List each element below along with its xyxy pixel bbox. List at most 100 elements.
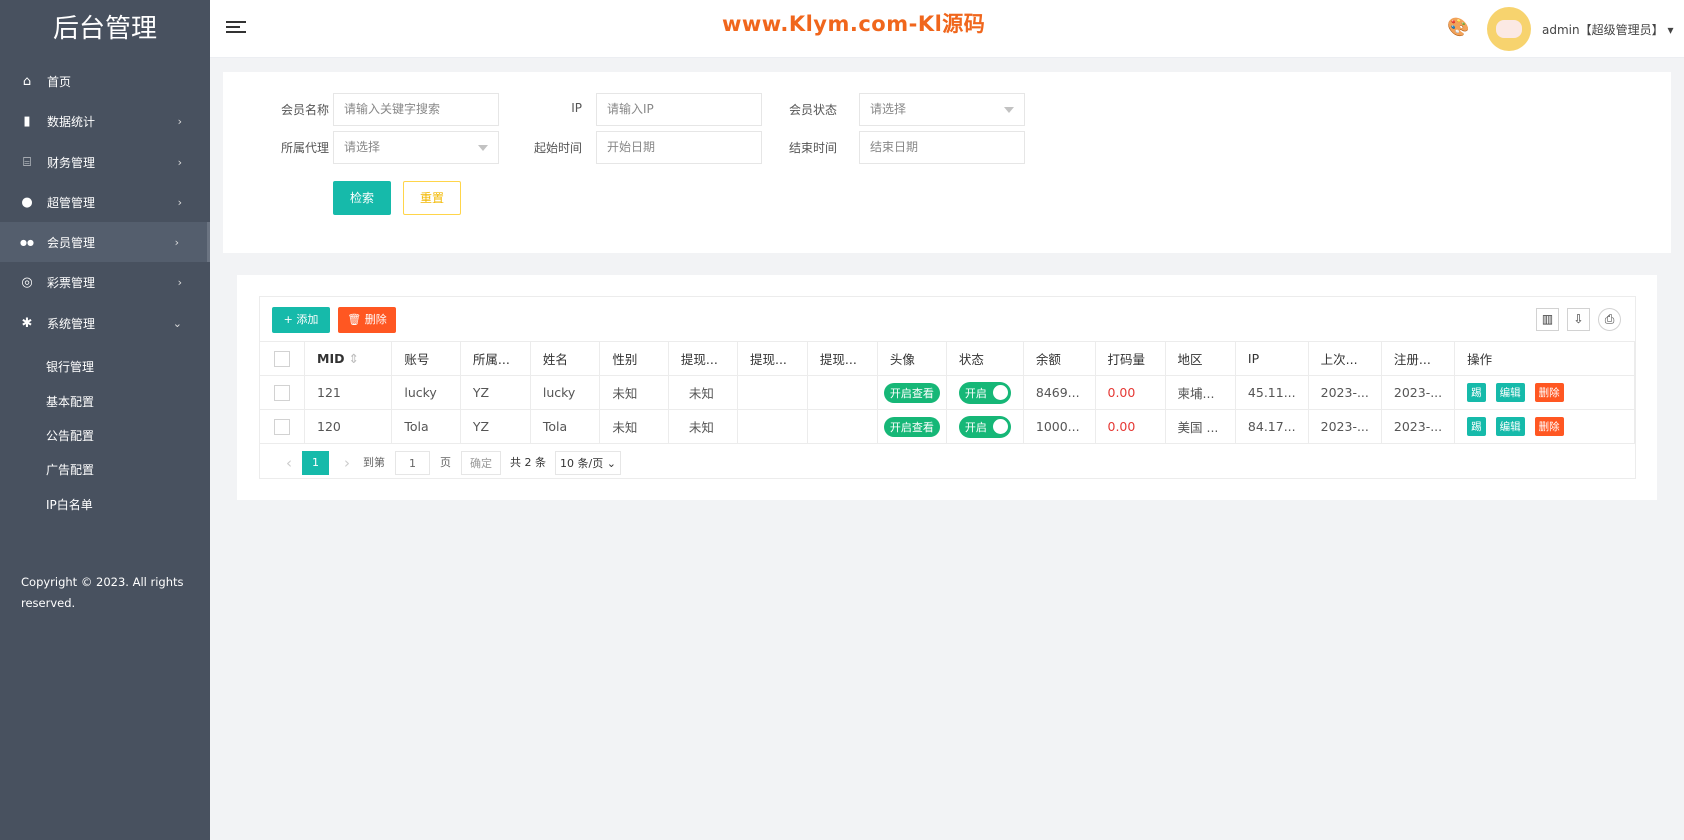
col-mid[interactable]: MID ⇕ <box>304 341 393 376</box>
goto-confirm-button[interactable]: 确定 <box>461 451 501 475</box>
row-checkbox[interactable] <box>260 409 305 444</box>
sidebar-item-system[interactable]: ✱ 系统管理 ⌄ <box>0 303 210 343</box>
pagination: ‹ 1 › 到第 1 页 确定 共 2 条 10 条/页 ⌄ <box>276 451 621 475</box>
chevron-right-icon: › <box>177 275 182 289</box>
col-region: 地区 <box>1165 341 1236 376</box>
menu-toggle-icon[interactable] <box>226 18 246 36</box>
cell-region: 柬埔... <box>1165 375 1236 410</box>
sidebar-item-stats[interactable]: ▮ 数据统计 › <box>0 101 210 141</box>
page-size-select[interactable]: 10 条/页 ⌄ <box>555 451 621 475</box>
print-icon[interactable]: ⎙ <box>1598 308 1621 331</box>
sidebar-item-admins[interactable]: ● 超管管理 › <box>0 182 210 222</box>
col-bet: 打码量 <box>1095 341 1166 376</box>
search-button[interactable]: 检索 <box>333 181 391 215</box>
members-table: MID ⇕ 账号 所属... 姓名 性别 提现... 提现... 提现... 头… <box>260 341 1635 444</box>
next-page-button[interactable]: › <box>337 451 357 475</box>
view-avatar-button[interactable]: 开启查看 <box>883 416 940 437</box>
member-name-input[interactable]: 请输入关键字搜索 <box>333 93 499 126</box>
sidebar-item-finance[interactable]: ⌸ 财务管理 › <box>0 142 210 182</box>
sidebar-sub-notice-config[interactable]: 公告配置 <box>46 427 94 444</box>
page-1-button[interactable]: 1 <box>302 451 329 475</box>
cell-withdraw-1: 未知 <box>668 375 738 410</box>
kick-button[interactable]: 踢 <box>1467 383 1486 402</box>
reset-button[interactable]: 重置 <box>403 181 461 215</box>
col-agent: 所属... <box>460 341 531 376</box>
cell-name: Tola <box>530 409 601 444</box>
ip-input[interactable]: 请输入IP <box>596 93 762 126</box>
export-icon[interactable]: ⇩ <box>1567 308 1590 331</box>
cell-name: lucky <box>530 375 601 410</box>
cell-withdraw-3 <box>807 375 878 410</box>
status-select[interactable]: 请选择 <box>859 93 1025 126</box>
sort-icon[interactable]: ⇕ <box>348 351 358 366</box>
cell-agent: YZ <box>460 375 531 410</box>
end-date-input[interactable]: 结束日期 <box>859 131 1025 164</box>
edit-button[interactable]: 编辑 <box>1495 417 1525 436</box>
bank-icon: ⌸ <box>23 154 31 170</box>
status-toggle[interactable]: 开启 <box>958 415 1011 438</box>
sidebar-item-home[interactable]: ⌂ 首页 <box>0 61 210 101</box>
cell-mid: 120 <box>304 409 393 444</box>
start-date-input[interactable]: 开始日期 <box>596 131 762 164</box>
cell-withdraw-2 <box>737 375 808 410</box>
page-input[interactable]: 1 <box>395 451 430 475</box>
sidebar-item-members[interactable]: ●● 会员管理 › <box>0 222 210 262</box>
prev-page-button[interactable]: ‹ <box>276 451 302 475</box>
col-status: 状态 <box>946 341 1024 376</box>
member-name-label: 会员名称 <box>280 103 329 117</box>
user-icon: ● <box>21 194 33 210</box>
kick-button[interactable]: 踢 <box>1467 417 1486 436</box>
table-header-row: MID ⇕ 账号 所属... 姓名 性别 提现... 提现... 提现... 头… <box>260 341 1635 376</box>
sidebar: 后台管理 ⌂ 首页 ▮ 数据统计 › ⌸ 财务管理 › ● 超管管理 › ●● 会员管理 › ◎ 彩… <box>0 0 210 840</box>
agent-select[interactable]: 请选择 <box>333 131 499 164</box>
cell-register: 2023-... <box>1381 375 1456 410</box>
agent-select-value: 请选择 <box>344 140 381 154</box>
cell-bet: 0.00 <box>1095 375 1166 410</box>
chevron-right-icon: › <box>177 114 182 128</box>
sidebar-item-label: 财务管理 <box>47 155 96 170</box>
col-actions: 操作 <box>1454 341 1635 376</box>
caret-down-icon: ▾ <box>1667 23 1674 37</box>
sidebar-item-label: 超管管理 <box>47 195 96 210</box>
status-toggle[interactable]: 开启 <box>958 381 1011 404</box>
sidebar-sub-bank[interactable]: 银行管理 <box>46 358 94 375</box>
gear-icon: ✱ <box>21 315 33 331</box>
status-select-value: 请选择 <box>870 102 907 116</box>
sidebar-item-label: 彩票管理 <box>47 275 96 290</box>
copyright: Copyright © 2023. All rights reserved. <box>21 575 184 610</box>
cell-balance: 8469... <box>1023 375 1096 410</box>
palette-icon[interactable]: 🎨 <box>1447 17 1469 38</box>
table-container: + 添加 🗑 删除 ▥ ⇩ ⎙ MID ⇕ 账号 所属... 姓名 性别 提现.… <box>259 296 1636 479</box>
delete-button[interactable]: 🗑 删除 <box>338 307 396 333</box>
filter-panel: 会员名称 请输入关键字搜索 IP 请输入IP 会员状态 请选择 所属代理 请选择… <box>223 72 1671 253</box>
sidebar-sub-ad-config[interactable]: 广告配置 <box>46 461 94 478</box>
view-avatar-button[interactable]: 开启查看 <box>883 382 940 403</box>
edit-button[interactable]: 编辑 <box>1495 383 1525 402</box>
add-button[interactable]: + 添加 <box>272 307 330 333</box>
col-gender: 性别 <box>599 341 669 376</box>
cell-gender: 未知 <box>599 409 669 444</box>
cell-mid: 121 <box>304 375 393 410</box>
col-account: 账号 <box>391 341 461 376</box>
delete-row-button[interactable]: 删除 <box>1534 383 1564 402</box>
user-menu[interactable]: admin【超级管理员】 ▾ <box>1542 21 1673 38</box>
col-withdraw-1: 提现... <box>668 341 738 376</box>
sidebar-sub-basic-config[interactable]: 基本配置 <box>46 393 94 410</box>
top-header: www.Klym.com-Kl源码 🎨 admin【超级管理员】 ▾ <box>210 0 1684 58</box>
logo: 后台管理 <box>52 14 157 44</box>
home-icon: ⌂ <box>22 73 32 89</box>
columns-filter-icon[interactable]: ▥ <box>1536 308 1559 331</box>
sidebar-item-label: 系统管理 <box>47 316 96 331</box>
row-checkbox[interactable] <box>260 375 305 410</box>
start-time-label: 起始时间 <box>533 141 582 155</box>
cell-withdraw-1: 未知 <box>668 409 738 444</box>
ip-label: IP <box>571 101 582 115</box>
select-all-checkbox[interactable] <box>260 341 305 376</box>
avatar[interactable] <box>1487 7 1531 51</box>
cell-last-login: 2023-... <box>1308 375 1382 410</box>
chevron-down-icon: ⌄ <box>172 316 182 330</box>
chevron-right-icon: › <box>177 155 182 169</box>
sidebar-sub-ip-whitelist[interactable]: IP白名单 <box>46 496 93 513</box>
sidebar-item-lottery[interactable]: ◎ 彩票管理 › <box>0 262 210 302</box>
delete-row-button[interactable]: 删除 <box>1534 417 1564 436</box>
